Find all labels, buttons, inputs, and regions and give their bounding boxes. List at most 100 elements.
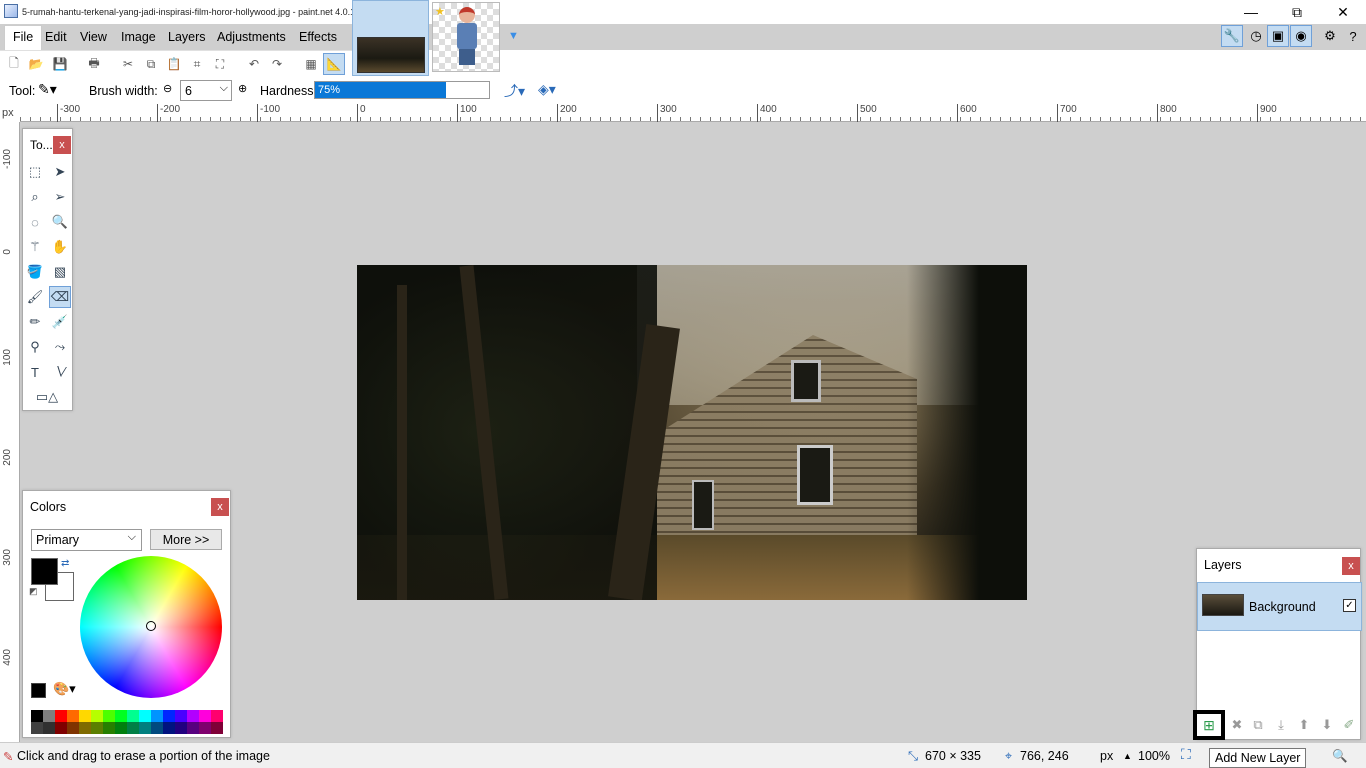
recolor-tool-icon[interactable]: ⤳ (49, 336, 71, 358)
palette-swatch[interactable] (103, 722, 115, 734)
shapes-tool-icon[interactable]: ▭△ (27, 386, 67, 408)
palette-swatch[interactable] (139, 710, 151, 722)
text-tool-icon[interactable]: T (24, 361, 46, 383)
palette-swatch[interactable] (91, 710, 103, 722)
new-image-icon[interactable]: 🗋 (5, 55, 23, 73)
pan-tool-icon[interactable]: ✋ (49, 236, 71, 258)
print-icon[interactable]: 🖶 (85, 55, 103, 73)
maximize-button[interactable]: ⧉ (1274, 0, 1320, 24)
palette-swatch[interactable] (55, 722, 67, 734)
palette-swatch[interactable] (79, 710, 91, 722)
palette-swatch[interactable] (115, 710, 127, 722)
lasso-select-tool-icon[interactable]: ⌕ (24, 186, 46, 208)
eraser-tool-dropdown-icon[interactable]: ✎▾ (38, 81, 57, 98)
palette-swatch[interactable] (187, 722, 199, 734)
palette-swatch[interactable] (175, 722, 187, 734)
palette-swatch[interactable] (31, 722, 43, 734)
move-layer-up-icon[interactable]: ⬆ (1294, 716, 1314, 734)
image-tab-active[interactable] (352, 0, 429, 76)
clone-stamp-tool-icon[interactable]: ⚲ (24, 336, 46, 358)
zoom-tool-icon[interactable]: 🔍 (49, 211, 71, 233)
ellipse-select-tool-icon[interactable]: ◌ (24, 211, 46, 233)
palette-swatch[interactable] (31, 710, 43, 722)
palette-swatch[interactable] (67, 722, 79, 734)
color-picker-tool-icon[interactable]: 💉 (49, 311, 71, 333)
gradient-tool-icon[interactable]: ▧ (49, 261, 71, 283)
settings-gear-icon[interactable]: ⚙ (1319, 25, 1341, 47)
palette-swatch[interactable] (79, 722, 91, 734)
palette-menu-icon[interactable]: 🎨▾ (53, 681, 76, 697)
brush-width-increase-icon[interactable]: ⊕ (238, 82, 247, 95)
palette-swatch[interactable] (115, 722, 127, 734)
colors-window-toggle-icon[interactable]: ◉ (1290, 25, 1312, 47)
line-curve-tool-icon[interactable]: ∖∕ (49, 361, 71, 383)
merge-layer-down-icon[interactable]: ⤓ (1271, 716, 1291, 734)
copy-icon[interactable]: ⧉ (142, 55, 160, 73)
palette-swatch[interactable] (199, 710, 211, 722)
rectangle-select-tool-icon[interactable]: ⬚ (24, 161, 46, 183)
palette-swatch[interactable] (91, 722, 103, 734)
image-tab-chucky[interactable]: ★ (432, 2, 500, 72)
palette-swatch[interactable] (43, 710, 55, 722)
color-palette[interactable] (31, 710, 223, 734)
layer-visibility-checkbox[interactable]: ✓ (1343, 599, 1356, 612)
close-button[interactable]: ✕ (1320, 0, 1366, 24)
palette-swatch[interactable] (67, 710, 79, 722)
open-icon[interactable]: 📂 (27, 55, 45, 73)
primary-secondary-select[interactable]: Primary (31, 529, 142, 551)
redo-icon[interactable]: ↷ (268, 55, 286, 73)
brush-width-select[interactable]: 6 (180, 80, 232, 101)
add-to-palette-icon[interactable] (31, 683, 46, 698)
units-select[interactable]: px (1100, 749, 1113, 763)
move-selected-pixels-tool-icon[interactable]: ➤ (49, 161, 71, 183)
palette-swatch[interactable] (163, 722, 175, 734)
layer-properties-icon[interactable]: ✐ (1339, 716, 1359, 734)
palette-swatch[interactable] (151, 710, 163, 722)
palette-swatch[interactable] (127, 710, 139, 722)
paint-bucket-tool-icon[interactable]: 🪣 (24, 261, 46, 283)
menu-layers[interactable]: Layers (168, 30, 206, 44)
palette-swatch[interactable] (103, 710, 115, 722)
menu-view[interactable]: View (80, 30, 107, 44)
palette-swatch[interactable] (211, 710, 223, 722)
palette-swatch[interactable] (55, 710, 67, 722)
palette-swatch[interactable] (127, 722, 139, 734)
undo-icon[interactable]: ↶ (245, 55, 263, 73)
history-window-toggle-icon[interactable]: ◷ (1245, 25, 1267, 47)
menu-effects[interactable]: Effects (299, 30, 337, 44)
cut-icon[interactable]: ✂ (119, 55, 137, 73)
tools-window-toggle-icon[interactable]: 🔧 (1221, 25, 1243, 47)
color-wheel-cursor[interactable] (146, 621, 156, 631)
help-icon[interactable]: ? (1342, 25, 1364, 47)
move-selection-tool-icon[interactable]: ➢ (49, 186, 71, 208)
crop-icon[interactable]: ⌗ (188, 55, 206, 73)
reset-colors-icon[interactable]: ◩ (29, 586, 38, 597)
palette-swatch[interactable] (175, 710, 187, 722)
delete-layer-icon[interactable]: ✖ (1227, 716, 1247, 734)
brush-width-decrease-icon[interactable]: ⊖ (163, 82, 172, 95)
image-list-dropdown-icon[interactable]: ▼ (508, 30, 519, 42)
rulers-icon[interactable]: 📐 (323, 53, 345, 75)
antialiasing-dropdown-icon[interactable]: ⤴▾ (504, 81, 525, 101)
palette-swatch[interactable] (211, 722, 223, 734)
haunted-house-image[interactable] (357, 265, 1027, 600)
tools-panel-close-button[interactable]: x (53, 136, 71, 154)
hardness-slider[interactable]: 75% (314, 81, 490, 99)
layers-window-toggle-icon[interactable]: ▣ (1267, 25, 1289, 47)
colors-panel-close-button[interactable]: x (211, 498, 229, 516)
palette-swatch[interactable] (163, 710, 175, 722)
add-new-layer-button[interactable]: ⊞ (1193, 710, 1225, 740)
palette-swatch[interactable] (43, 722, 55, 734)
move-layer-down-icon[interactable]: ⬇ (1317, 716, 1337, 734)
more-colors-button[interactable]: More >> (150, 529, 222, 550)
palette-swatch[interactable] (199, 722, 211, 734)
zoom-level[interactable]: 100% (1138, 749, 1170, 763)
palette-swatch[interactable] (187, 710, 199, 722)
palette-swatch[interactable] (151, 722, 163, 734)
layers-panel-close-button[interactable]: x (1342, 557, 1360, 575)
menu-edit[interactable]: Edit (45, 30, 67, 44)
units-dropdown-icon[interactable]: ▲ (1123, 751, 1132, 761)
zoom-to-window-icon[interactable]: ⛶ (1181, 746, 1191, 763)
minimize-button[interactable]: — (1228, 0, 1274, 24)
pencil-tool-icon[interactable]: ✏ (24, 311, 46, 333)
